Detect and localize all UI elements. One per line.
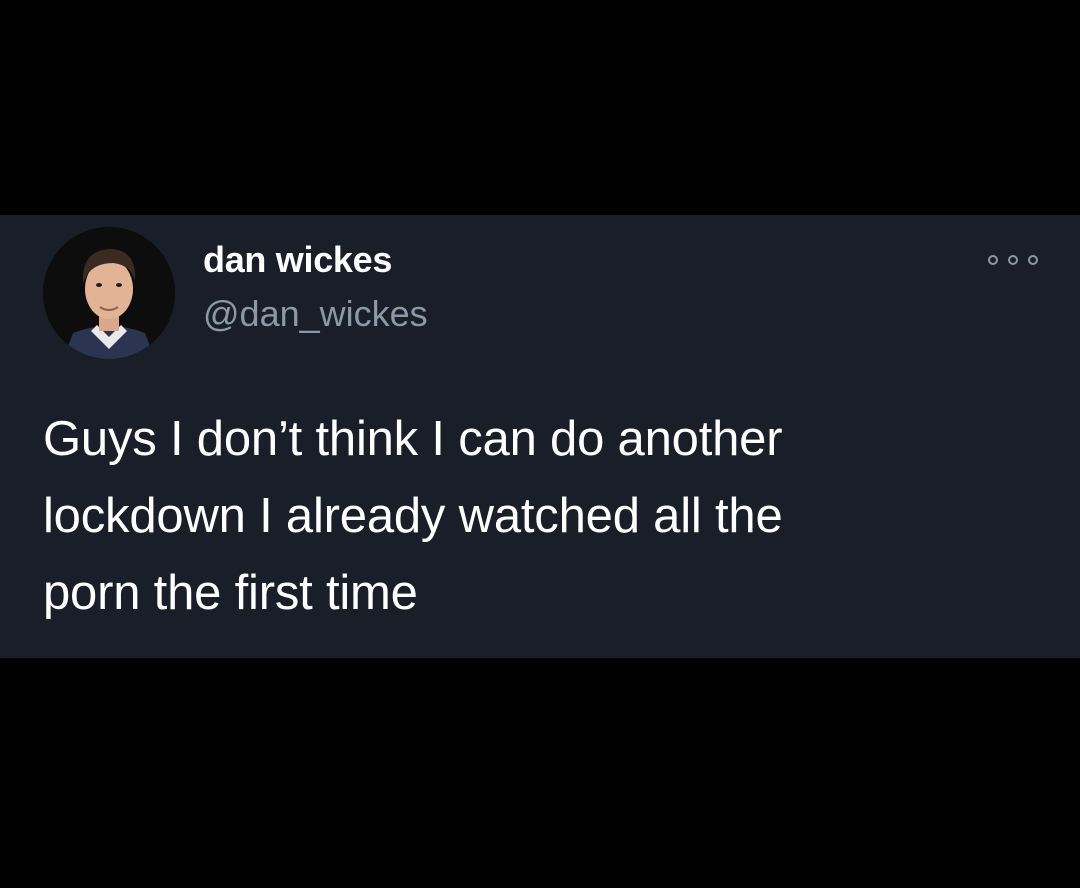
tweet-card: dan wickes @dan_wickes Guys I don’t thin…	[0, 215, 1080, 658]
tweet-text: Guys I don’t think I can do another lock…	[43, 401, 1043, 632]
tweet-text-line: lockdown I already watched all the	[43, 489, 783, 543]
tweet-text-line: porn the first time	[43, 566, 418, 620]
profile-photo-icon	[43, 227, 175, 359]
tweet-text-line: Guys I don’t think I can do another	[43, 412, 783, 466]
avatar[interactable]	[43, 227, 175, 359]
more-dot	[1008, 255, 1018, 265]
author-handle[interactable]: @dan_wickes	[203, 293, 428, 335]
more-options-icon[interactable]	[988, 248, 1038, 272]
author-display-name[interactable]: dan wickes	[203, 239, 392, 281]
more-dot	[1028, 255, 1038, 265]
screenshot-frame: dan wickes @dan_wickes Guys I don’t thin…	[0, 0, 1080, 888]
more-dot	[988, 255, 998, 265]
